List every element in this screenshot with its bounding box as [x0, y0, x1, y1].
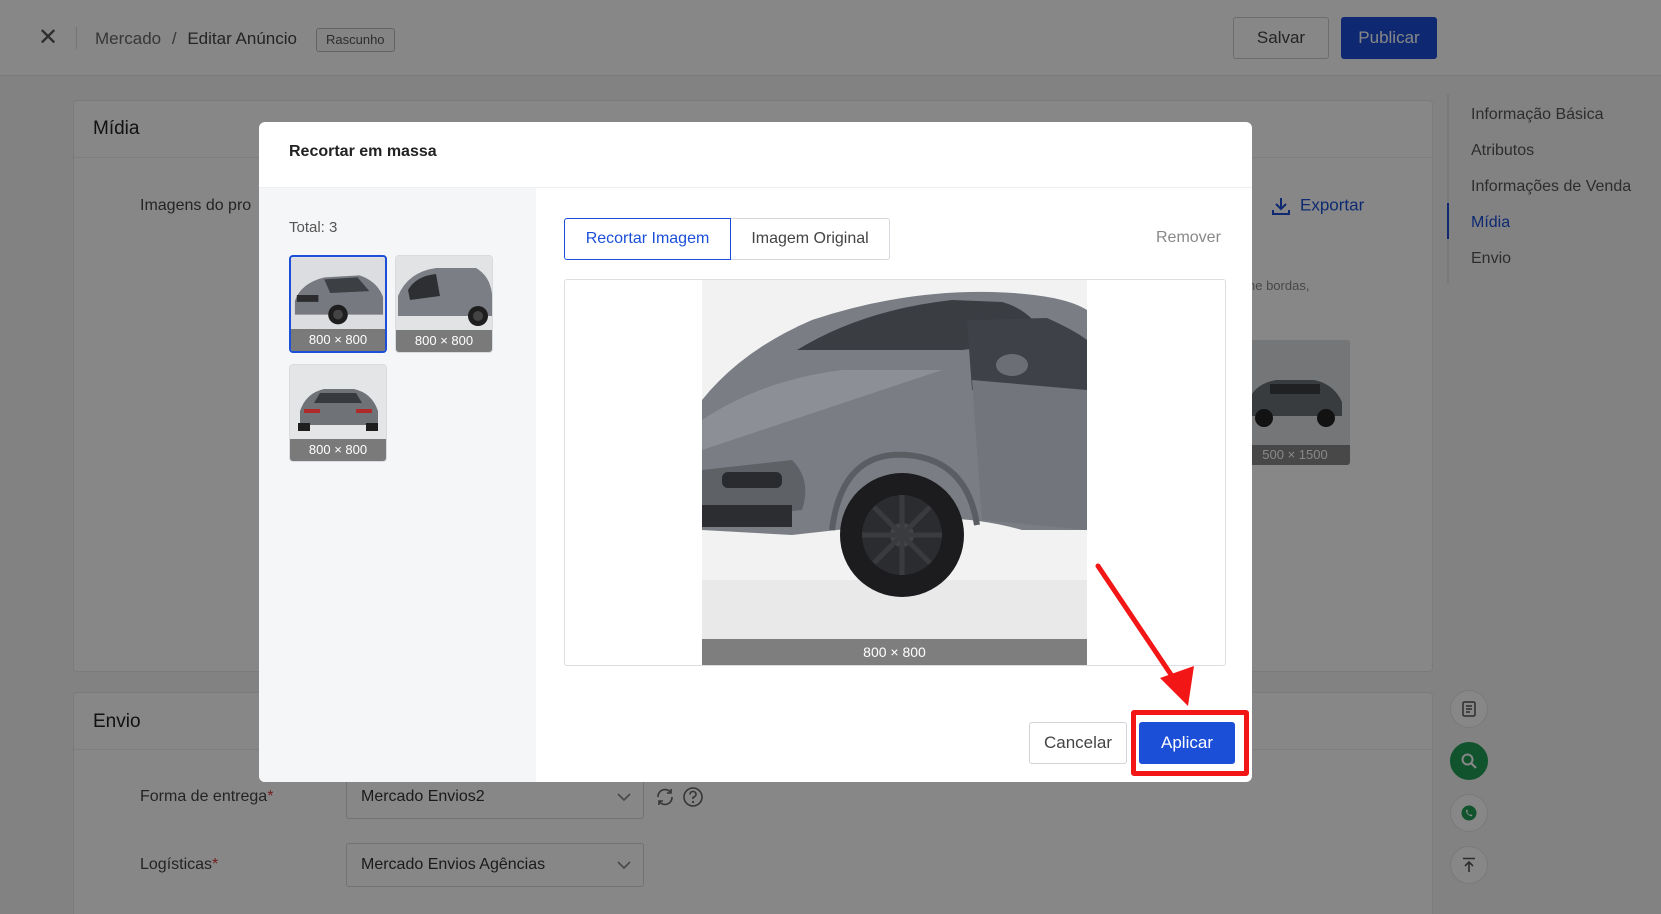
- car-image: [291, 257, 385, 333]
- tab-original-image[interactable]: Imagem Original: [730, 218, 890, 260]
- tab-crop-image[interactable]: Recortar Imagem: [564, 218, 731, 260]
- image-size-label: 800 × 800: [291, 329, 385, 351]
- thumbnail-3[interactable]: 800 × 800: [289, 364, 387, 462]
- annotation-highlight-box: [1131, 710, 1249, 776]
- thumbnail-panel: Total: 3 800 × 800 800 × 800 800 × 800: [259, 188, 536, 782]
- annotation-arrow: [1095, 563, 1194, 706]
- thumbnail-2[interactable]: 800 × 800: [395, 255, 493, 353]
- image-size-label: 800 × 800: [290, 439, 386, 461]
- remove-button[interactable]: Remover: [1156, 229, 1221, 247]
- car-image: [396, 256, 492, 332]
- thumbnail-1[interactable]: 800 × 800: [289, 255, 387, 353]
- total-count: Total: 3: [289, 219, 338, 236]
- crop-canvas[interactable]: 800 × 800: [702, 280, 1087, 665]
- cancel-button[interactable]: Cancelar: [1029, 722, 1127, 764]
- dialog-title: Recortar em massa: [289, 143, 437, 160]
- car-image: [702, 280, 1087, 665]
- car-image: [290, 365, 386, 441]
- image-size-label: 800 × 800: [396, 330, 492, 352]
- image-size-label: 800 × 800: [702, 639, 1087, 665]
